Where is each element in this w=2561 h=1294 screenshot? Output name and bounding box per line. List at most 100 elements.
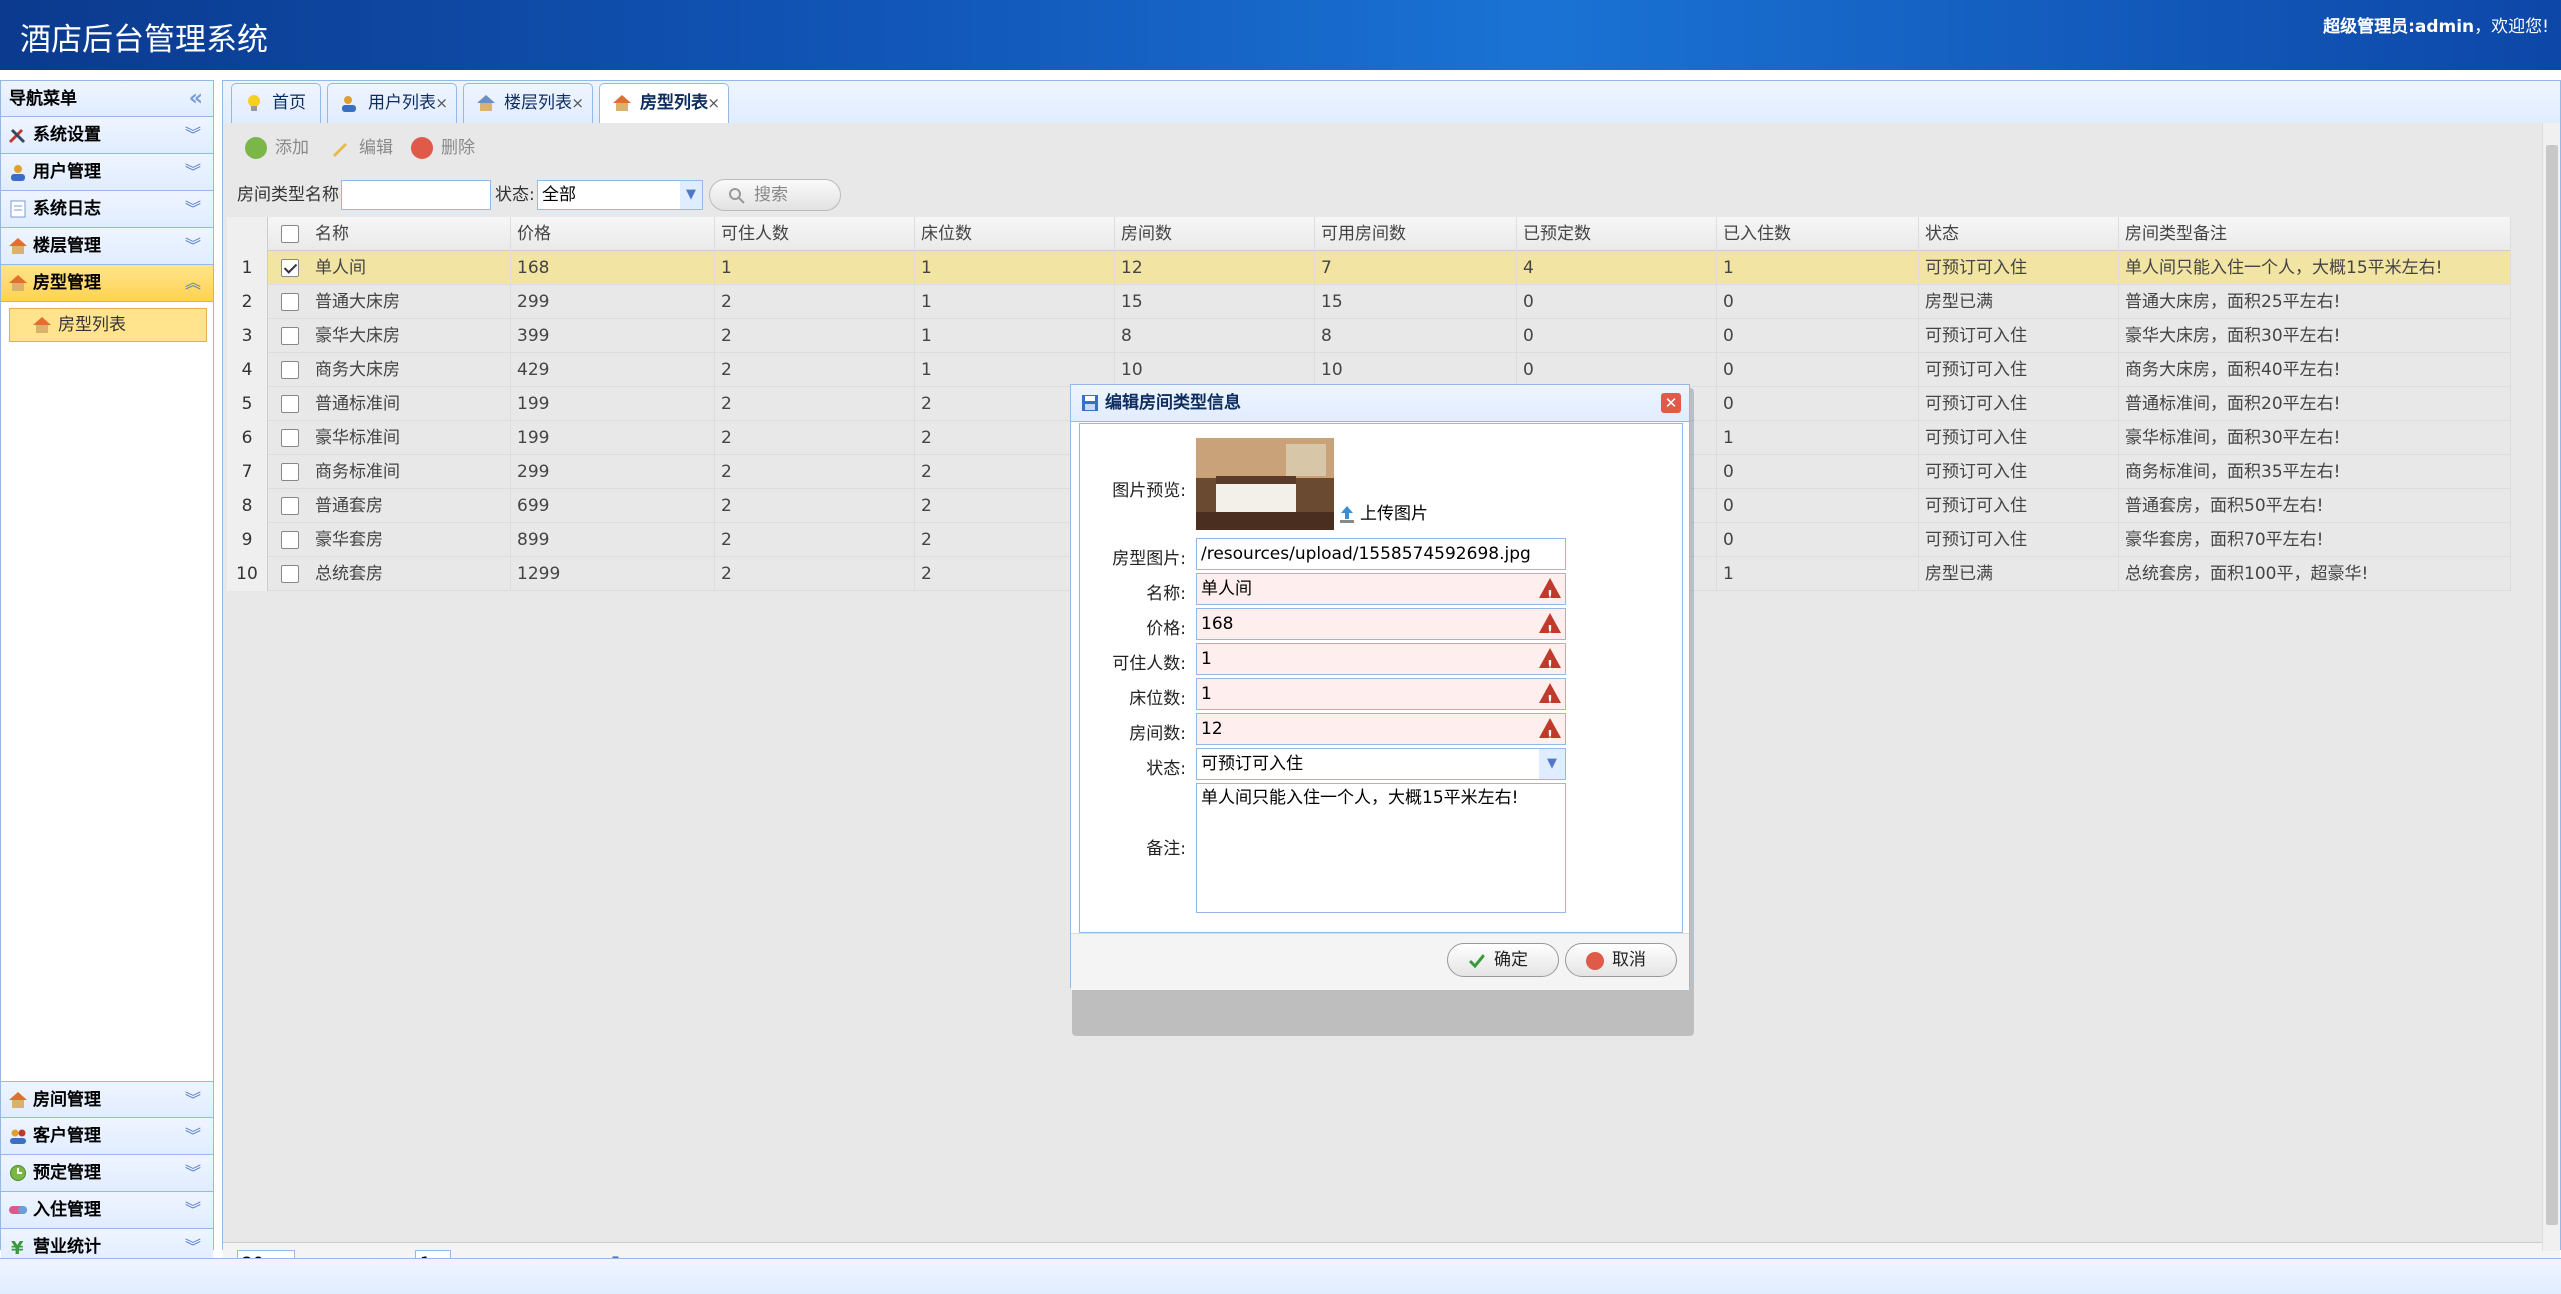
table-cell: 可预订可入住 (1919, 455, 2119, 489)
sidebar-group-booking-management[interactable]: 预定管理 ︾ (1, 1155, 213, 1192)
col-header-beds[interactable]: 床位数 (915, 217, 1115, 251)
status-filter-value: 全部 (542, 185, 576, 205)
table-cell: 0 (1717, 523, 1919, 557)
rooms-input[interactable]: 12 (1196, 713, 1566, 752)
tab-user-list[interactable]: 用户列表 × (327, 83, 457, 123)
table-row[interactable]: 3 豪华大床房 399 2 1 8 8 0 0 可预订可入住 豪华大床房，面积30平左右! (227, 319, 2511, 353)
sidebar-group-customer-management[interactable]: 客户管理 ︾ (1, 1118, 213, 1155)
name-input[interactable]: 单人间 (1196, 573, 1566, 612)
col-header-status[interactable]: 状态 (1919, 217, 2119, 251)
add-button-label: 添加 (275, 138, 309, 158)
sidebar-group-checkin-management[interactable]: 入住管理 ︾ (1, 1192, 213, 1229)
table-row[interactable]: 1 单人间 168 1 1 12 7 4 1 可预订可入住 单人间只能入住一个人，大概15平米左右! (227, 251, 2511, 285)
warning-icon (1539, 683, 1561, 717)
table-cell: 可预订可入住 (1919, 489, 2119, 523)
chevron-down-icon: ︾ (184, 125, 201, 144)
close-icon[interactable]: ✕ (1661, 393, 1681, 413)
row-checkbox[interactable] (281, 565, 299, 583)
user-info: 超级管理员:admin，欢迎您! (2323, 12, 2549, 37)
select-all-checkbox[interactable] (281, 225, 299, 243)
sidebar-group-room-type-management[interactable]: 房型管理 ︽ (1, 265, 213, 302)
dialog-body: 图片预览: 上传图片 房型图片: /resources/upload/15585… (1079, 423, 1683, 933)
row-checkbox[interactable] (281, 463, 299, 481)
remark-textarea[interactable]: 单人间只能入住一个人，大概15平米左右! (1196, 783, 1566, 913)
table-row[interactable]: 4 商务大床房 429 2 1 10 10 0 0 可预订可入住 商务大床房，面积40平左右! (227, 353, 2511, 387)
row-checkbox[interactable] (281, 327, 299, 345)
row-checkbox[interactable] (281, 361, 299, 379)
table-cell: 0 (1517, 285, 1717, 319)
table-cell: 单人间 (309, 251, 511, 285)
col-header-rooms[interactable]: 房间数 (1115, 217, 1315, 251)
dialog-footer: 确定 取消 (1071, 933, 1689, 990)
warning-icon (1539, 578, 1561, 612)
status-select[interactable]: 可预订可入住 ▼ (1196, 748, 1566, 780)
row-number: 6 (227, 421, 268, 455)
table-cell: 可预订可入住 (1919, 523, 2119, 557)
status-filter-select[interactable]: 全部 ▼ (537, 180, 703, 210)
price-input[interactable]: 168 (1196, 608, 1566, 647)
confirm-button[interactable]: 确定 (1447, 943, 1559, 977)
table-cell: 1 (715, 251, 915, 285)
tab-home[interactable]: 首页 (231, 83, 321, 123)
col-header-capacity[interactable]: 可住人数 (715, 217, 915, 251)
scrollbar-thumb[interactable] (2546, 145, 2558, 1225)
table-cell: 2 (715, 285, 915, 319)
sidebar-group-system-settings[interactable]: 系统设置 ︾ (1, 117, 213, 154)
tab-floor-list[interactable]: 楼层列表 × (463, 83, 593, 123)
add-button[interactable]: 添加 (245, 133, 309, 163)
capacity-input[interactable]: 1 (1196, 643, 1566, 682)
edit-button-label: 编辑 (359, 138, 393, 158)
save-icon (1082, 395, 1098, 411)
sidebar-group-label: 用户管理 (33, 162, 101, 182)
sidebar-group-label: 预定管理 (33, 1163, 101, 1183)
close-icon[interactable]: × (435, 84, 448, 122)
row-number: 3 (227, 319, 268, 353)
sidebar-group-label: 入住管理 (33, 1200, 101, 1220)
col-header-available-rooms[interactable]: 可用房间数 (1315, 217, 1517, 251)
sidebar-group-system-log[interactable]: 系统日志 ︾ (1, 191, 213, 228)
row-number: 8 (227, 489, 268, 523)
row-checkbox[interactable] (281, 497, 299, 515)
name-value: 单人间 (1201, 579, 1252, 599)
room-type-name-input[interactable] (341, 180, 491, 210)
col-header-remark[interactable]: 房间类型备注 (2119, 217, 2511, 251)
price-label: 价格: (1146, 619, 1186, 639)
vertical-scrollbar[interactable] (2542, 123, 2560, 1251)
collapse-sidebar-icon[interactable]: « (189, 81, 203, 117)
table-cell: 0 (1517, 319, 1717, 353)
house-icon (613, 95, 631, 111)
image-path-input[interactable]: /resources/upload/1558574592698.jpg (1196, 538, 1566, 570)
col-header-price[interactable]: 价格 (511, 217, 715, 251)
row-checkbox[interactable] (281, 259, 299, 277)
chevron-up-icon: ︽ (184, 273, 201, 292)
table-cell: 10 (1315, 353, 1517, 387)
cancel-button[interactable]: 取消 (1565, 943, 1677, 977)
sidebar-group-user-management[interactable]: 用户管理 ︾ (1, 154, 213, 191)
close-icon[interactable]: × (571, 84, 584, 122)
close-icon[interactable]: × (707, 84, 720, 122)
sidebar-group-floor-management[interactable]: 楼层管理 ︾ (1, 228, 213, 265)
row-number: 7 (227, 455, 268, 489)
table-cell: 8 (1315, 319, 1517, 353)
col-header-booked[interactable]: 已预定数 (1517, 217, 1717, 251)
tab-room-type-list[interactable]: 房型列表 × (599, 83, 729, 124)
col-header-checked-in[interactable]: 已入住数 (1717, 217, 1919, 251)
delete-button[interactable]: 删除 (411, 133, 475, 163)
row-checkbox[interactable] (281, 395, 299, 413)
row-checkbox[interactable] (281, 531, 299, 549)
house-icon (477, 95, 495, 111)
beds-input[interactable]: 1 (1196, 678, 1566, 717)
sidebar-group-label: 系统设置 (33, 125, 101, 145)
table-cell: 可预订可入住 (1919, 251, 2119, 285)
row-checkbox[interactable] (281, 293, 299, 311)
sidebar-item-room-type-list[interactable]: 房型列表 (9, 308, 207, 342)
col-header-name[interactable]: 名称 (309, 217, 511, 251)
row-checkbox[interactable] (281, 429, 299, 447)
edit-button[interactable]: 编辑 (329, 133, 393, 163)
upload-image-button[interactable]: 上传图片 (1338, 502, 1428, 526)
check-icon (1468, 954, 1486, 969)
yen-icon: ¥ (11, 1238, 24, 1256)
search-button[interactable]: 搜索 (709, 179, 841, 211)
sidebar-group-room-management[interactable]: 房间管理 ︾ (1, 1081, 213, 1118)
table-row[interactable]: 2 普通大床房 299 2 1 15 15 0 0 房型已满 普通大床房，面积25平左右! (227, 285, 2511, 319)
